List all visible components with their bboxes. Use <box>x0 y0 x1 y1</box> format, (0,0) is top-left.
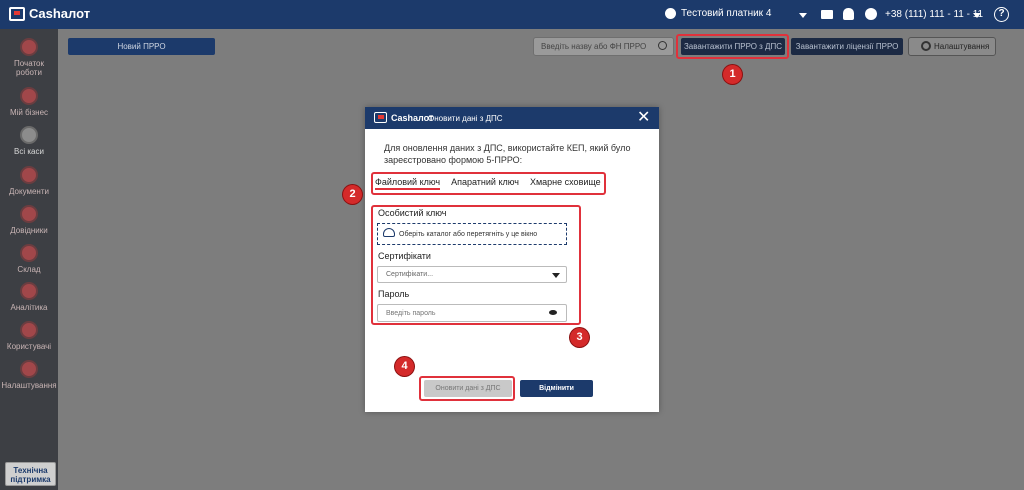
sidebar-item-label: Склад <box>17 265 41 274</box>
modal-header: Cashалот Оновити дані з ДПС ✕ <box>365 107 659 129</box>
sidebar-item-label: Документи <box>9 187 49 196</box>
sidebar-item-label: Користувачі <box>6 342 52 351</box>
box-icon <box>20 244 38 262</box>
modal-info-text: Для оновлення даних з ДПС, використайте … <box>384 143 631 165</box>
annotation-box-2 <box>371 172 606 195</box>
search-input[interactable]: Введіть назву або ФН ПРРО <box>533 37 674 56</box>
phone-number[interactable]: +38 (111) 111 - 11 - 11 <box>885 9 983 20</box>
cancel-button[interactable]: Відмінити <box>520 380 593 397</box>
gear-icon <box>921 41 931 51</box>
cash-register-icon <box>374 112 387 123</box>
annotation-badge-1: 1 <box>723 65 742 84</box>
sidebar-item-users[interactable]: Користувачі <box>0 321 58 351</box>
sidebar-item-warehouse[interactable]: Склад <box>0 244 58 274</box>
document-icon <box>20 166 38 184</box>
top-bar: Cashалот Тестовий платник 4 +38 (111) 11… <box>0 0 1024 29</box>
sidebar-item-label: Налаштування <box>1 381 57 390</box>
home-icon <box>665 8 676 19</box>
sidebar-item-label: Довідники <box>10 226 48 235</box>
sidebar-item-label: Аналітика <box>10 303 48 312</box>
new-prro-button[interactable]: Новий ПРРО <box>68 38 215 55</box>
app-logo-text: Cashалот <box>29 6 91 21</box>
annotation-badge-2: 2 <box>343 185 362 204</box>
sidebar-item-label: Мій бізнес <box>9 108 49 117</box>
search-icon[interactable] <box>658 41 667 50</box>
close-icon[interactable]: ✕ <box>637 110 650 126</box>
payer-selector[interactable]: Тестовий платник 4 <box>665 8 771 19</box>
sidebar-item-start[interactable]: Початок роботи <box>0 38 58 77</box>
cash-register-icon <box>9 6 25 21</box>
modal-logo: Cashалот <box>374 112 433 123</box>
chart-icon <box>20 282 38 300</box>
sidebar: Початок роботи Мій бізнес Всі каси Докум… <box>0 29 58 490</box>
sidebar-item-references[interactable]: Довідники <box>0 205 58 235</box>
modal-title: Оновити дані з ДПС <box>428 114 503 123</box>
payer-name: Тестовий платник 4 <box>681 8 772 19</box>
sidebar-item-analytics[interactable]: Аналітика <box>0 282 58 312</box>
annotation-badge-4: 4 <box>395 357 414 376</box>
sidebar-item-label: Початок роботи <box>14 59 44 77</box>
rocket-icon <box>20 38 38 56</box>
sidebar-item-all-registers[interactable]: Всі каси <box>0 126 58 156</box>
gear-icon <box>20 360 38 378</box>
sidebar-item-settings[interactable]: Налаштування <box>0 360 58 390</box>
users-icon <box>20 321 38 339</box>
support-button[interactable]: Технічна підтримка <box>5 462 56 486</box>
chevron-down-icon[interactable] <box>799 13 807 18</box>
book-icon <box>20 205 38 223</box>
annotation-box-1 <box>676 34 789 59</box>
modal-logo-text: Cashалот <box>391 112 434 123</box>
sidebar-item-label: Всі каси <box>14 147 44 156</box>
annotation-box-4 <box>419 376 515 401</box>
home-icon <box>20 87 38 105</box>
load-licenses-button[interactable]: Завантажити ліцензії ПРРО <box>791 38 903 55</box>
annotation-box-3 <box>371 205 581 325</box>
annotation-badge-3: 3 <box>570 328 589 347</box>
app-logo[interactable]: Cashалот <box>9 6 90 21</box>
help-icon[interactable]: ? <box>994 7 1009 22</box>
mail-icon[interactable] <box>821 10 833 19</box>
sidebar-item-my-business[interactable]: Мій бізнес <box>0 87 58 117</box>
bell-icon[interactable] <box>843 8 854 20</box>
user-icon[interactable] <box>865 8 877 20</box>
chevron-down-icon[interactable] <box>973 13 981 18</box>
sidebar-item-documents[interactable]: Документи <box>0 166 58 196</box>
cash-register-icon <box>20 126 38 144</box>
